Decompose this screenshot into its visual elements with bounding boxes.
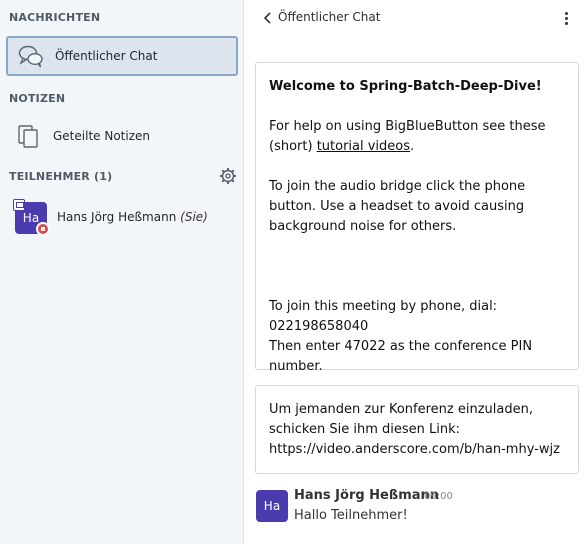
audio-text: To join the audio bridge click the phone… xyxy=(269,179,526,234)
notes-icon xyxy=(18,125,38,148)
moderator-badge-icon xyxy=(36,222,50,236)
phone-number: 022198658040 xyxy=(269,319,369,334)
participant-name: Hans Jörg Heßmann (Sie) xyxy=(57,210,208,224)
invite-line-1: Um jemanden zur Konferenz einzuladen, xyxy=(269,402,533,417)
welcome-suffix: ! xyxy=(535,79,542,94)
invite-url[interactable]: https://video.anderscore.com/b/han-mhy-w… xyxy=(269,440,566,460)
chat-header: Öffentlicher Chat xyxy=(260,8,570,28)
participant-row[interactable]: Ha Hans Jörg Heßmann (Sie) xyxy=(6,198,238,240)
chat-message: Ha Hans Jörg Heßmann 09:00 Hallo Teilneh… xyxy=(256,488,576,530)
messages-section-label: NACHRICHTEN xyxy=(9,11,101,24)
sidebar-item-public-chat[interactable]: Öffentlicher Chat xyxy=(6,36,238,76)
participant-name-text: Hans Jörg Heßmann xyxy=(57,210,177,224)
chat-panel: Öffentlicher Chat Welcome to Spring-Batc… xyxy=(244,0,586,544)
notes-section-label: NOTIZEN xyxy=(9,92,66,105)
meeting-name: Spring-Batch-Deep-Dive xyxy=(359,79,536,94)
gear-icon[interactable] xyxy=(219,167,237,185)
invite-line-2: schicken Sie ihm diesen Link: xyxy=(269,422,461,437)
chevron-left-icon[interactable] xyxy=(260,10,276,26)
welcome-line: Welcome to Spring-Batch-Deep-Dive! xyxy=(269,77,566,97)
shared-notes-label: Geteilte Notizen xyxy=(53,129,150,143)
message-text: Hallo Teilnehmer! xyxy=(294,508,408,523)
public-chat-label: Öffentlicher Chat xyxy=(55,49,158,63)
help-suffix: . xyxy=(410,139,415,154)
more-options-icon[interactable] xyxy=(560,10,572,26)
presenter-icon xyxy=(13,199,25,211)
sidebar: NACHRICHTEN Öffentlicher Chat NOTIZEN Ge… xyxy=(0,0,244,544)
tutorial-videos-link[interactable]: tutorial videos xyxy=(317,139,410,154)
message-author: Hans Jörg Heßmann xyxy=(294,488,440,503)
invite-message: Um jemanden zur Konferenz einzuladen, sc… xyxy=(255,385,579,474)
chat-icon xyxy=(18,45,43,68)
message-time: 09:00 xyxy=(424,491,453,502)
pin-text: Then enter 47022 as the conference PIN n… xyxy=(269,339,533,374)
you-suffix: (Sie) xyxy=(180,210,208,224)
chat-title[interactable]: Öffentlicher Chat xyxy=(278,10,380,24)
welcome-message: Welcome to Spring-Batch-Deep-Dive! For h… xyxy=(255,62,579,374)
participants-section-label: TEILNEHMER (1) xyxy=(9,170,113,183)
phone-dial-text: To join this meeting by phone, dial: xyxy=(269,299,498,314)
message-avatar: Ha xyxy=(256,490,288,522)
welcome-prefix: Welcome to xyxy=(269,79,360,94)
help-text: For help on using BigBlueButton see thes… xyxy=(269,117,566,157)
sidebar-item-shared-notes[interactable]: Geteilte Notizen xyxy=(6,116,238,156)
